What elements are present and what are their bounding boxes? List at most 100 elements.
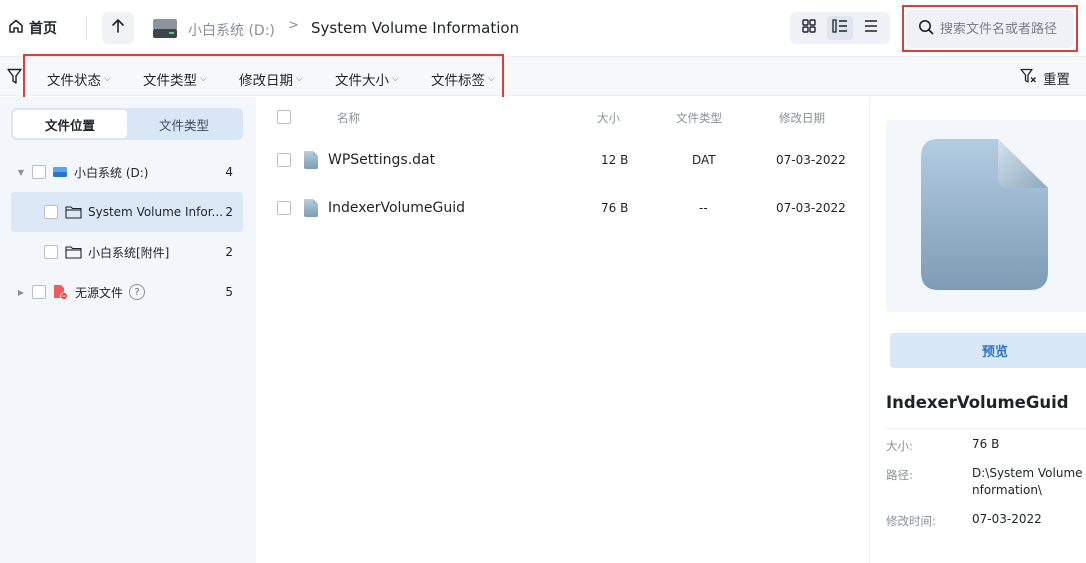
detail-list-icon (832, 19, 848, 37)
chevron-down-icon: ⌵ (392, 74, 399, 84)
tree-checkbox[interactable] (44, 205, 58, 219)
filter-bar: 文件状态 ⌵ 文件类型 ⌵ 修改日期 ⌵ 文件大小 ⌵ 文件标签 ⌵ 重置 (0, 54, 1086, 103)
sidebar: 文件位置 文件类型 ▼ 小白系统 (D:) 4 System Volume In… (0, 97, 256, 563)
tree-checkbox[interactable] (32, 165, 46, 179)
list-icon (863, 19, 879, 37)
tree-item-count: 5 (225, 285, 233, 299)
tree-checkbox[interactable] (44, 245, 58, 259)
filter-file-tag-label: 文件标签 (431, 73, 485, 89)
file-date: 07-03-2022 (776, 153, 846, 167)
select-all-checkbox[interactable] (277, 110, 291, 124)
breadcrumb-current-folder: System Volume Information (311, 19, 520, 37)
tree-item-drive-attachments[interactable]: 小白系统[附件] 2 (11, 232, 243, 272)
up-directory-button[interactable] (102, 12, 134, 44)
file-list: 名称 大小 文件类型 修改日期 WPSettings.dat 12 B DAT … (256, 97, 869, 563)
reset-label: 重置 (1043, 72, 1070, 88)
detail-size-label: 大小: (886, 439, 913, 453)
file-size: 12 B (601, 153, 629, 167)
file-type: -- (699, 201, 708, 215)
file-row[interactable]: IndexerVolumeGuid 76 B -- 07-03-2022 (256, 184, 869, 232)
tree-item-label: 小白系统 (D:) (74, 165, 149, 180)
tree-checkbox[interactable] (32, 285, 46, 299)
column-header-date[interactable]: 修改日期 (779, 110, 825, 126)
toolbar-divider (86, 16, 87, 40)
clear-filter-icon (1020, 68, 1037, 88)
tree-item-label: 小白系统[附件] (88, 245, 170, 260)
detail-file-name: IndexerVolumeGuid (886, 393, 1069, 412)
detail-panel: 预览 IndexerVolumeGuid 大小: 76 B 路径: D:\Sys… (869, 97, 1086, 563)
caret-right-icon: ▶ (17, 287, 25, 297)
drive-icon (152, 16, 178, 44)
filter-file-status-label: 文件状态 (47, 73, 101, 89)
chevron-down-icon: ⌵ (200, 74, 207, 84)
home-icon (8, 18, 24, 38)
chevron-down-icon: ⌵ (104, 74, 111, 84)
sidebar-tabs: 文件位置 文件类型 (11, 108, 243, 140)
column-header-size[interactable]: 大小 (597, 110, 620, 126)
filter-file-size[interactable]: 文件大小 ⌵ (335, 69, 399, 89)
file-checkbox[interactable] (277, 201, 291, 215)
filter-modified-date[interactable]: 修改日期 ⌵ (239, 69, 303, 89)
home-label: 首页 (29, 21, 57, 37)
drive-icon (52, 165, 68, 179)
tree-item-sourceless-files[interactable]: ▶ 无源文件 ? 5 (11, 272, 243, 312)
home-button[interactable]: 首页 (2, 12, 68, 44)
search-input[interactable] (940, 21, 1070, 37)
tab-file-type[interactable]: 文件类型 (127, 110, 241, 138)
tree-item-count: 2 (225, 245, 233, 259)
chevron-down-icon: ⌵ (488, 74, 495, 84)
tree-item-count: 4 (225, 165, 233, 179)
preview-button[interactable]: 预览 (890, 333, 1086, 368)
search-box[interactable] (906, 10, 1074, 48)
file-row[interactable]: WPSettings.dat 12 B DAT 07-03-2022 (256, 136, 869, 184)
folder-icon (65, 245, 82, 259)
file-type: DAT (692, 153, 716, 167)
filter-file-size-label: 文件大小 (335, 73, 389, 89)
list-view-button[interactable] (858, 16, 884, 40)
help-icon[interactable]: ? (129, 284, 146, 300)
breadcrumb-drive-label: 小白系统 (D:) (188, 23, 275, 39)
tree-item-count: 2 (225, 205, 233, 219)
grid-view-button[interactable] (796, 16, 822, 40)
file-checkbox[interactable] (277, 153, 291, 167)
file-name: IndexerVolumeGuid (328, 200, 466, 216)
filter-modified-date-label: 修改日期 (239, 73, 293, 89)
column-header-type[interactable]: 文件类型 (676, 110, 722, 126)
view-mode-switcher (790, 12, 890, 44)
detail-date-label: 修改时间: (886, 514, 936, 528)
missing-file-icon (52, 284, 69, 300)
grid-icon (802, 19, 817, 37)
detail-path-label: 路径: (886, 468, 913, 482)
file-icon (303, 198, 319, 218)
detail-list-view-button[interactable] (826, 16, 853, 40)
column-header-name[interactable]: 名称 (337, 110, 360, 126)
filter-file-type-label: 文件类型 (143, 73, 197, 89)
top-bar: 首页 小白系统 (D:) > System Volume Information (0, 0, 1086, 56)
search-icon (918, 19, 934, 39)
folder-icon (65, 205, 82, 219)
breadcrumb-separator: > (288, 18, 299, 33)
file-icon (303, 150, 319, 170)
detail-path-value: D:\System Volume Information\ (972, 466, 1086, 497)
caret-down-icon: ▼ (17, 167, 25, 177)
filter-file-tag[interactable]: 文件标签 ⌵ (431, 69, 495, 89)
tree-item-system-volume-information[interactable]: System Volume Infor... 2 (11, 192, 243, 232)
file-preview-card (886, 120, 1086, 312)
detail-size-value: 76 B (972, 437, 1000, 451)
tree-item-label: 无源文件 (75, 285, 124, 300)
tab-file-location[interactable]: 文件位置 (13, 110, 127, 138)
filter-file-status[interactable]: 文件状态 ⌵ (47, 69, 111, 89)
filter-funnel-icon (7, 68, 22, 89)
detail-divider (886, 428, 1086, 429)
arrow-up-icon (111, 18, 125, 38)
reset-filters-button[interactable]: 重置 (1020, 68, 1070, 88)
filter-file-type[interactable]: 文件类型 ⌵ (143, 69, 207, 89)
breadcrumb-drive[interactable]: 小白系统 (D:) (152, 16, 275, 44)
detail-date-value: 07-03-2022 (972, 512, 1042, 526)
chevron-down-icon: ⌵ (296, 74, 303, 84)
tree-item-drive[interactable]: ▼ 小白系统 (D:) 4 (11, 152, 243, 192)
large-file-icon (920, 138, 1050, 296)
tree-item-label: System Volume Infor... (88, 205, 223, 219)
file-date: 07-03-2022 (776, 201, 846, 215)
file-size: 76 B (601, 201, 629, 215)
